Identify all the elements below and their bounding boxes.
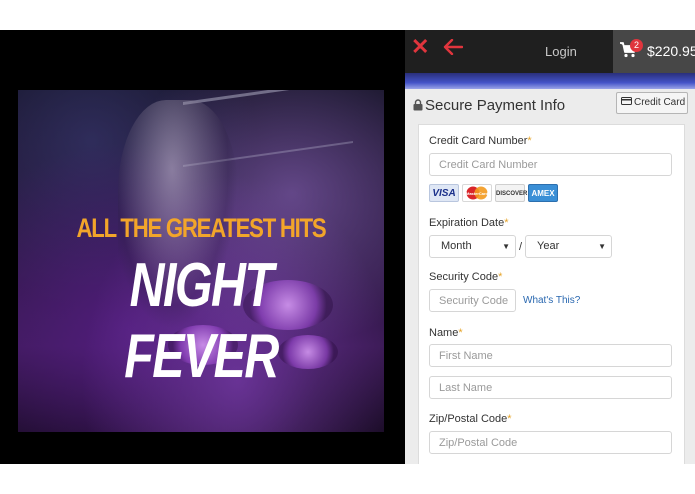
zip-label: Zip/Postal Code* — [429, 413, 512, 425]
credit-card-tab-label: Credit Card — [634, 97, 686, 108]
header-banner — [405, 73, 695, 89]
expiration-month-select[interactable]: Month ▼ — [429, 235, 516, 258]
visa-logo: VISA — [429, 184, 459, 202]
lock-icon — [413, 99, 423, 111]
first-name-input[interactable] — [429, 344, 672, 367]
expiration-year-select[interactable]: Year ▼ — [525, 235, 612, 258]
video-subtitle: ALL THE GREATEST HITS — [76, 213, 327, 243]
security-code-label: Security Code* — [429, 271, 503, 283]
discover-logo: DISCOVER — [495, 184, 527, 202]
security-code-input[interactable] — [429, 289, 516, 312]
close-icon[interactable]: ✕ — [411, 36, 431, 58]
mastercard-logo: MasterCard — [462, 184, 492, 202]
credit-card-tab[interactable]: Credit Card — [616, 92, 688, 114]
section-header: Secure Payment Info Credit Card — [405, 89, 695, 122]
last-name-input[interactable] — [429, 376, 672, 399]
arrow-left-icon[interactable] — [443, 39, 463, 55]
expiration-label: Expiration Date* — [429, 217, 509, 229]
cart-button[interactable]: 2 $220.95 — [613, 30, 695, 73]
payment-panel: ✕ Login 2 $220.95 Secure Payment Info Cr… — [405, 30, 695, 464]
video-frame: ALL THE GREATEST HITS NIGHT FEVER — [18, 90, 384, 432]
zip-input[interactable] — [429, 431, 672, 454]
video-player[interactable]: ALL THE GREATEST HITS NIGHT FEVER — [0, 30, 405, 464]
top-bar: ✕ Login 2 $220.95 — [405, 30, 695, 73]
payment-form: Credit Card Number* VISA MasterCard DISC… — [418, 124, 685, 464]
month-value: Month — [441, 240, 472, 252]
section-title: Secure Payment Info — [425, 97, 566, 114]
login-link[interactable]: Login — [545, 44, 577, 59]
card-number-input[interactable] — [429, 153, 672, 176]
whats-this-link[interactable]: What's This? — [523, 295, 580, 306]
card-number-label: Credit Card Number* — [429, 135, 532, 147]
video-title: NIGHT FEVER — [124, 251, 279, 391]
date-separator: / — [519, 241, 523, 253]
cart-total: $220.95 — [647, 43, 695, 59]
chevron-down-icon: ▼ — [598, 242, 606, 251]
chevron-down-icon: ▼ — [502, 242, 510, 251]
svg-text:MasterCard: MasterCard — [466, 191, 489, 196]
cart-count-badge: 2 — [630, 39, 643, 52]
name-label: Name* — [429, 327, 463, 339]
year-value: Year — [537, 240, 560, 252]
amex-logo: AMEX — [528, 184, 558, 202]
credit-card-icon — [621, 97, 632, 106]
